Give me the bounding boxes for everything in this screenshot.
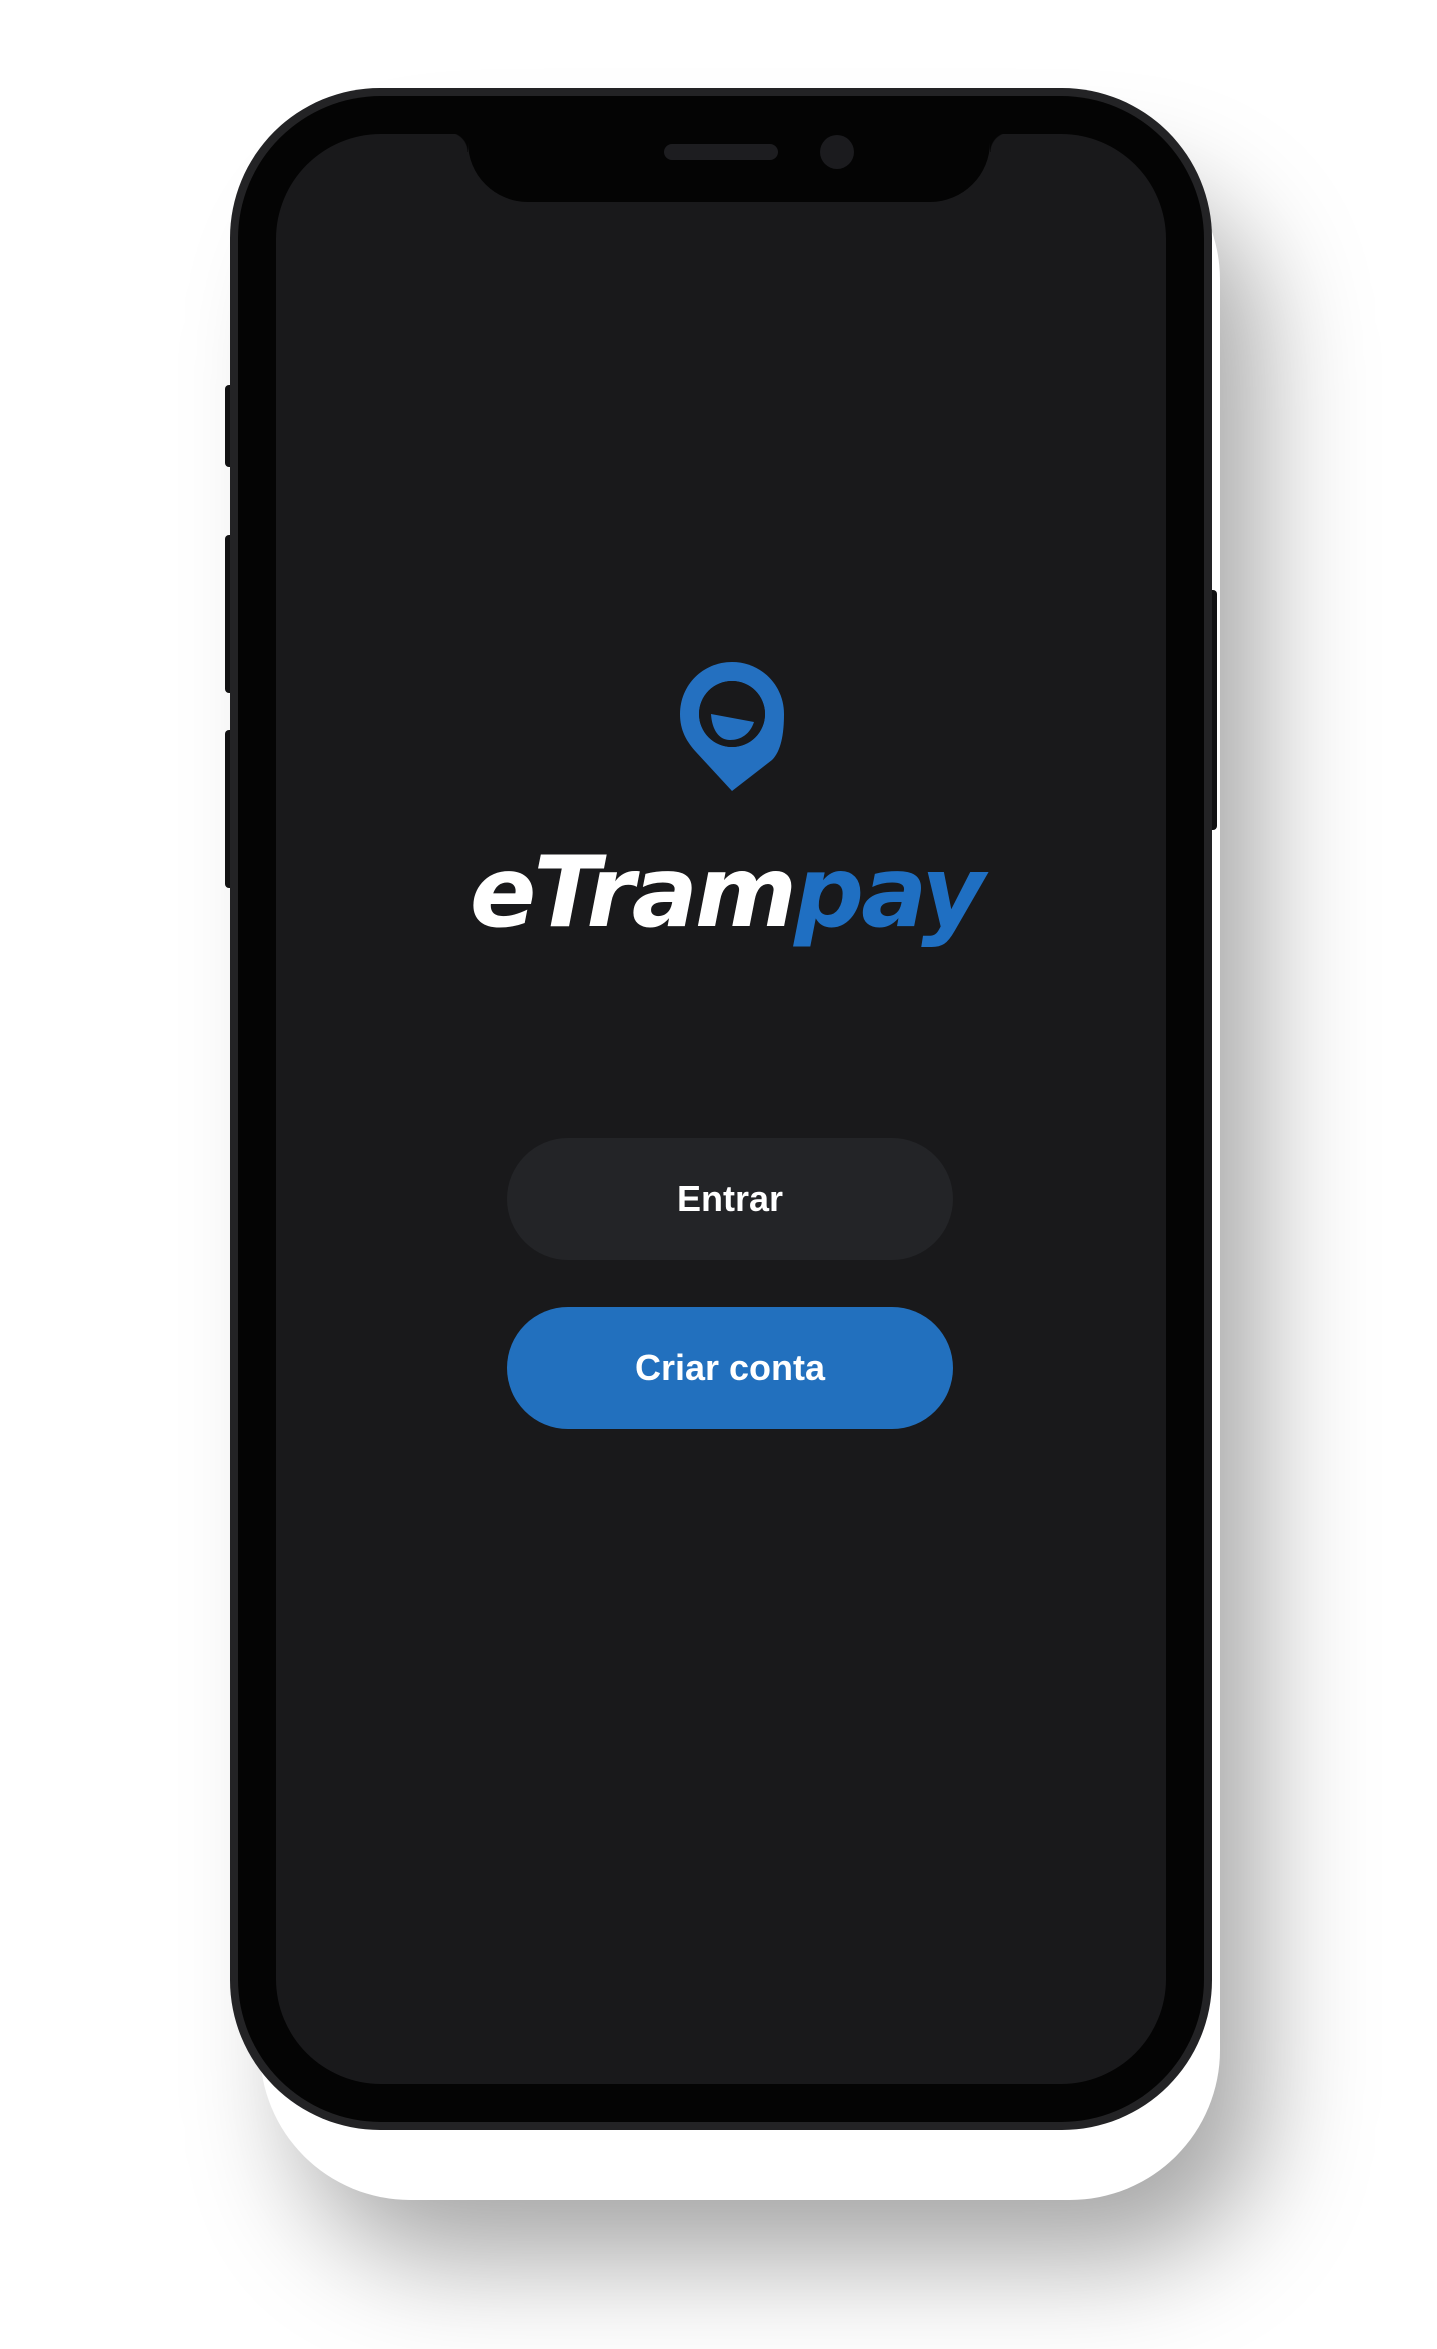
location-pin-smile-icon [674, 656, 790, 792]
phone-bezel: eTrampay Entrar Criar conta [238, 96, 1204, 2122]
create-account-button[interactable]: Criar conta [507, 1307, 953, 1429]
brand-name-primary: eTram [469, 836, 797, 950]
front-camera [820, 135, 854, 169]
phone-frame: eTrampay Entrar Criar conta [230, 88, 1212, 2130]
brand-wordmark: eTrampay [276, 844, 1166, 942]
login-button[interactable]: Entrar [507, 1138, 953, 1260]
speaker-grille [664, 144, 778, 160]
device-mockup: eTrampay Entrar Criar conta [0, 0, 1437, 2349]
notch [448, 134, 1010, 202]
create-account-button-label: Criar conta [634, 1347, 826, 1388]
login-button-label: Entrar [676, 1178, 784, 1219]
brand-name-accent: pay [793, 836, 985, 950]
app-screen: eTrampay Entrar Criar conta [276, 134, 1166, 2084]
